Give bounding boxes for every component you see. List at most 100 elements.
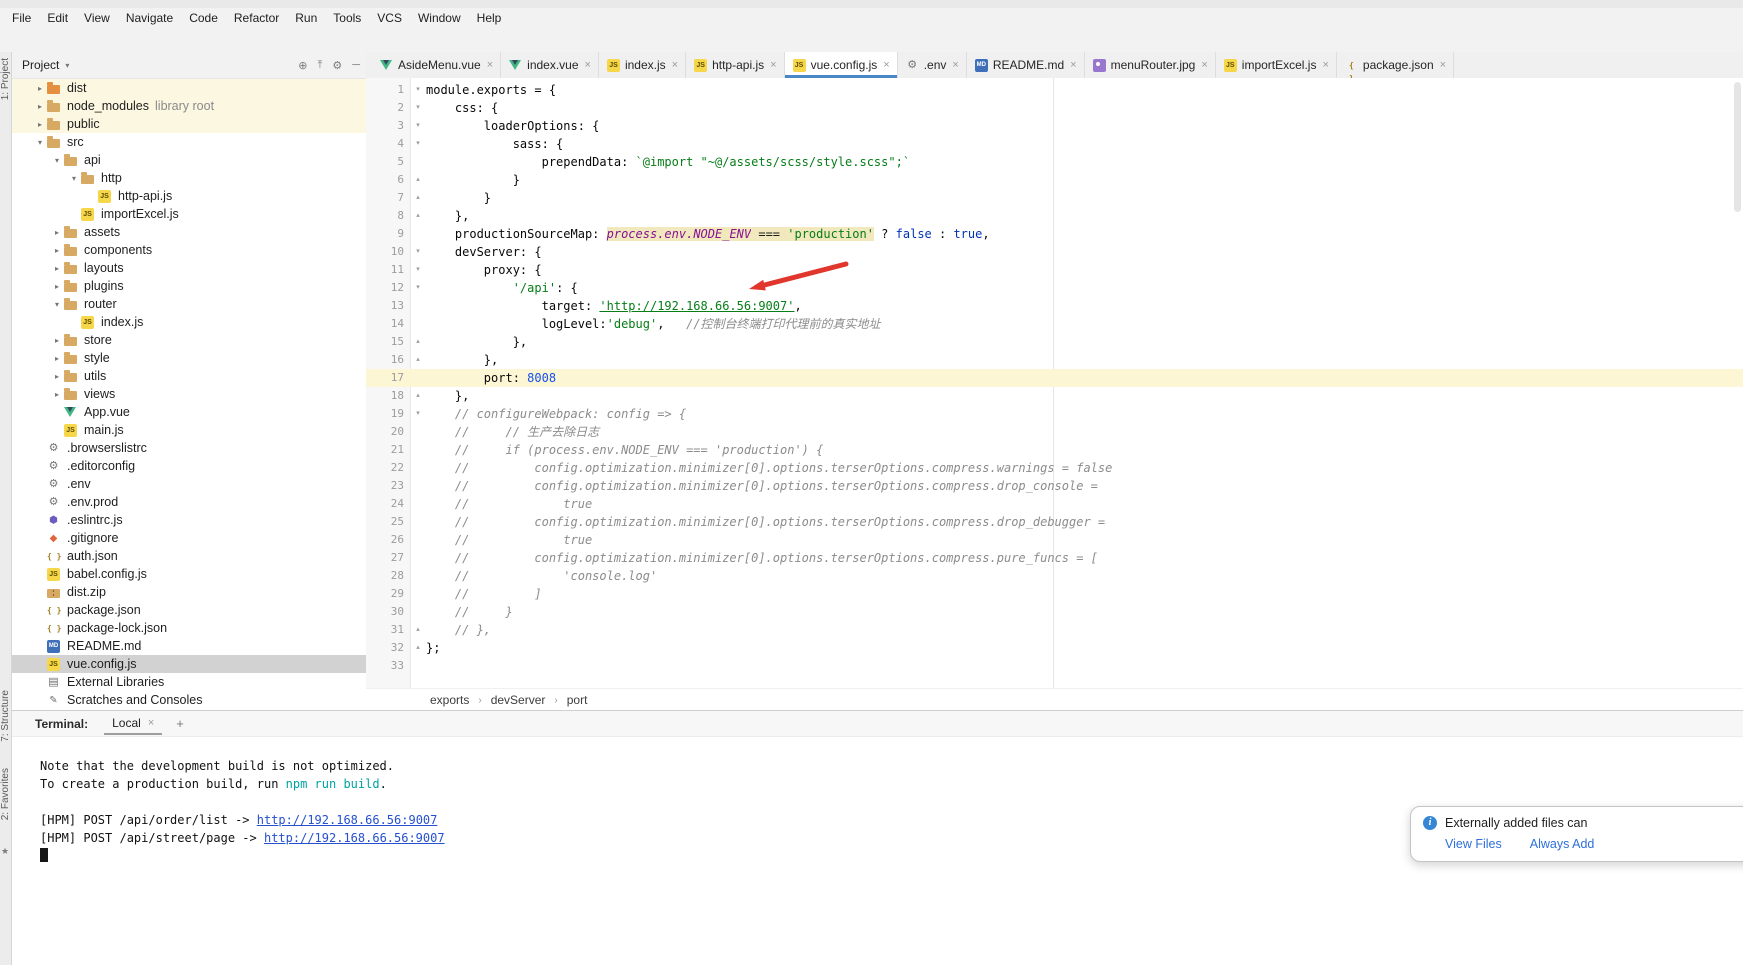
tree-item-dist-zip[interactable]: dist.zip <box>12 583 366 601</box>
code-line[interactable]: 3▾ loaderOptions: { <box>366 117 1743 135</box>
code-line[interactable]: 26 // true <box>366 531 1743 549</box>
code-line[interactable]: 14 logLevel:'debug', //控制台终端打印代理前的真实地址 <box>366 315 1743 333</box>
tree-item-api[interactable]: ▾api <box>12 151 366 169</box>
tab-http-api-js[interactable]: http-api.js× <box>686 52 784 78</box>
fold-marker[interactable]: ▾ <box>410 135 426 153</box>
tab-vue-config-js[interactable]: vue.config.js× <box>785 52 898 78</box>
chevron-right-icon[interactable]: ▸ <box>51 336 63 345</box>
chevron-right-icon[interactable]: ▸ <box>34 120 46 129</box>
code-line[interactable]: 15▴ }, <box>366 333 1743 351</box>
close-icon[interactable]: × <box>1201 59 1207 71</box>
notification-link-view-files[interactable]: View Files <box>1445 837 1502 851</box>
menu-refactor[interactable]: Refactor <box>226 9 287 27</box>
fold-marker[interactable]: ▴ <box>410 351 426 369</box>
close-icon[interactable]: × <box>770 59 776 71</box>
tab-index-js[interactable]: index.js× <box>599 52 686 78</box>
fold-marker[interactable]: ▴ <box>410 387 426 405</box>
chevron-down-icon[interactable]: ▾ <box>51 156 63 165</box>
code-line[interactable]: 7▴ } <box>366 189 1743 207</box>
breadcrumb-devserver[interactable]: devServer <box>491 693 546 707</box>
tree-item-importexcel-js[interactable]: importExcel.js <box>12 205 366 223</box>
tree-item-gitignore[interactable]: .gitignore <box>12 529 366 547</box>
menu-navigate[interactable]: Navigate <box>118 9 181 27</box>
tree-item-main-js[interactable]: main.js <box>12 421 366 439</box>
code-line[interactable]: 16▴ }, <box>366 351 1743 369</box>
code-line[interactable]: 28 // 'console.log' <box>366 567 1743 585</box>
tree-item-vue-config-js[interactable]: vue.config.js <box>12 655 366 673</box>
fold-marker[interactable]: ▾ <box>410 261 426 279</box>
tree-item-readme-md[interactable]: README.md <box>12 637 366 655</box>
tree-item-env-prod[interactable]: .env.prod <box>12 493 366 511</box>
menu-edit[interactable]: Edit <box>39 9 76 27</box>
close-icon[interactable]: × <box>1440 59 1446 71</box>
chevron-right-icon[interactable]: ▸ <box>51 390 63 399</box>
menu-vcs[interactable]: VCS <box>369 9 410 27</box>
tree-item-package-json[interactable]: package.json <box>12 601 366 619</box>
terminal-tab-local[interactable]: Local × <box>104 713 162 735</box>
code-line[interactable]: 19▾ // configureWebpack: config => { <box>366 405 1743 423</box>
tree-item-app-vue[interactable]: App.vue <box>12 403 366 421</box>
terminal-link[interactable]: http://192.168.66.56:9007 <box>257 813 438 827</box>
code-line[interactable]: 13 target: 'http://192.168.66.56:9007', <box>366 297 1743 315</box>
fold-marker[interactable]: ▴ <box>410 171 426 189</box>
tree-item-scratches-and-consoles[interactable]: Scratches and Consoles <box>12 691 366 709</box>
fold-marker[interactable]: ▾ <box>410 279 426 297</box>
menu-file[interactable]: File <box>4 9 39 27</box>
code-line[interactable]: 1▾module.exports = { <box>366 81 1743 99</box>
code-line[interactable]: 11▾ proxy: { <box>366 261 1743 279</box>
breadcrumb-port[interactable]: port <box>567 693 588 707</box>
code-line[interactable]: 12▾ '/api': { <box>366 279 1743 297</box>
tree-item-external-libraries[interactable]: External Libraries <box>12 673 366 691</box>
menu-code[interactable]: Code <box>181 9 226 27</box>
fold-marker[interactable]: ▾ <box>410 243 426 261</box>
tree-item-browserslistrc[interactable]: .browserslistrc <box>12 439 366 457</box>
code-line[interactable]: 6▴ } <box>366 171 1743 189</box>
tree-item-plugins[interactable]: ▸plugins <box>12 277 366 295</box>
code-line[interactable]: 20 // // 生产去除日志 <box>366 423 1743 441</box>
chevron-right-icon[interactable]: ▸ <box>51 282 63 291</box>
tree-item-http-api-js[interactable]: http-api.js <box>12 187 366 205</box>
fold-marker[interactable]: ▾ <box>410 81 426 99</box>
chevron-right-icon[interactable]: ▸ <box>51 372 63 381</box>
tree-item-node-modules[interactable]: ▸node_moduleslibrary root <box>12 97 366 115</box>
code-line[interactable]: 24 // true <box>366 495 1743 513</box>
tree-item-editorconfig[interactable]: .editorconfig <box>12 457 366 475</box>
tree-item-babel-config-js[interactable]: babel.config.js <box>12 565 366 583</box>
tool-button-favorites[interactable]: 2: Favorites <box>0 768 11 820</box>
tab-asidemenu-vue[interactable]: AsideMenu.vue× <box>372 52 501 78</box>
fold-marker[interactable]: ▴ <box>410 639 426 657</box>
chevron-right-icon[interactable]: ▸ <box>51 228 63 237</box>
tree-item-public[interactable]: ▸public <box>12 115 366 133</box>
code-line[interactable]: 5 prependData: `@import "~@/assets/scss/… <box>366 153 1743 171</box>
fold-marker[interactable]: ▴ <box>410 189 426 207</box>
tree-item-components[interactable]: ▸components <box>12 241 366 259</box>
code-line[interactable]: 32▴}; <box>366 639 1743 657</box>
code-line[interactable]: 33 <box>366 657 1743 675</box>
close-icon[interactable]: × <box>672 59 678 71</box>
chevron-right-icon[interactable]: ▸ <box>51 246 63 255</box>
code-line[interactable]: 2▾ css: { <box>366 99 1743 117</box>
fold-marker[interactable]: ▾ <box>410 99 426 117</box>
fold-marker[interactable]: ▴ <box>410 333 426 351</box>
code-line[interactable]: 25 // config.optimization.minimizer[0].o… <box>366 513 1743 531</box>
tree-item-store[interactable]: ▸store <box>12 331 366 349</box>
tab-readme-md[interactable]: README.md× <box>967 52 1085 78</box>
code-line[interactable]: 17 port: 8008 <box>366 369 1743 387</box>
breadcrumb-exports[interactable]: exports <box>430 693 469 707</box>
tree-item-http[interactable]: ▾http <box>12 169 366 187</box>
close-icon[interactable]: × <box>585 59 591 71</box>
chevron-right-icon[interactable]: ▸ <box>51 264 63 273</box>
close-icon[interactable]: × <box>883 59 889 71</box>
code-line[interactable]: 29 // ] <box>366 585 1743 603</box>
chevron-right-icon[interactable]: ▸ <box>34 84 46 93</box>
chevron-down-icon[interactable]: ▾ <box>51 300 63 309</box>
terminal-link[interactable]: http://192.168.66.56:9007 <box>264 831 445 845</box>
tree-item-layouts[interactable]: ▸layouts <box>12 259 366 277</box>
fold-marker[interactable]: ▾ <box>410 117 426 135</box>
menu-window[interactable]: Window <box>410 9 469 27</box>
code-line[interactable]: 9 productionSourceMap: process.env.NODE_… <box>366 225 1743 243</box>
tree-item-router[interactable]: ▾router <box>12 295 366 313</box>
notification-link-always-add[interactable]: Always Add <box>1530 837 1595 851</box>
tree-item-dist[interactable]: ▸dist <box>12 79 366 97</box>
tab-package-json[interactable]: package.json× <box>1337 52 1454 78</box>
